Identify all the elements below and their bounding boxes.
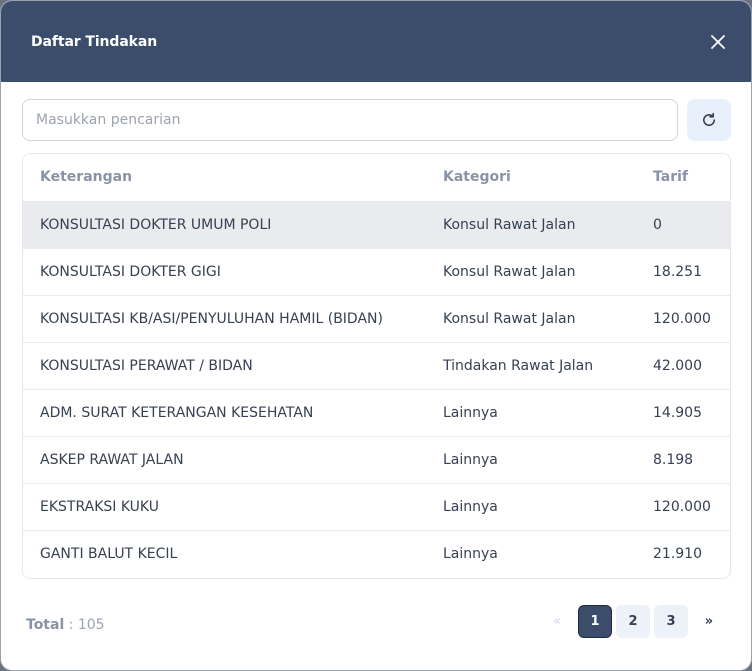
total-label: Total (26, 617, 65, 633)
tindakan-table: Keterangan Kategori Tarif KONSULTASI DOK… (22, 153, 731, 579)
cell-keterangan: KONSULTASI PERAWAT / BIDAN (23, 342, 426, 390)
modal-title: Daftar Tindakan (31, 33, 158, 50)
table-row[interactable]: GANTI BALUT KECIL Lainnya 21.910 (23, 530, 730, 577)
cell-keterangan: ASKEP RAWAT JALAN (23, 436, 426, 484)
cell-tarif: 8.198 (636, 436, 730, 484)
cell-tarif: 0 (636, 201, 730, 249)
pagination: « 1 2 3 » (540, 605, 726, 638)
cell-kategori: Lainnya (426, 483, 636, 531)
cell-kategori: Lainnya (443, 545, 498, 562)
cell-kategori: Konsul Rawat Jalan (426, 295, 636, 343)
table-header-row: Keterangan Kategori Tarif (23, 154, 730, 202)
cell-kategori: Tindakan Rawat Jalan (426, 342, 636, 390)
modal-footer: Total : 105 « 1 2 3 » (26, 605, 726, 645)
modal-header: Daftar Tindakan (1, 1, 751, 82)
search-input[interactable] (22, 99, 678, 141)
cell-keterangan: KONSULTASI DOKTER GIGI (23, 248, 426, 296)
table-row[interactable]: KONSULTASI KB/ASI/PENYULUHAN HAMIL (BIDA… (23, 295, 730, 343)
cell-kategori: Konsul Rawat Jalan (426, 201, 636, 249)
refresh-icon (703, 112, 716, 127)
cell-keterangan: KONSULTASI DOKTER UMUM POLI (23, 201, 426, 249)
cell-kategori: Konsul Rawat Jalan (426, 248, 636, 296)
cell-keterangan: KONSULTASI KB/ASI/PENYULUHAN HAMIL (BIDA… (23, 295, 426, 343)
pagination-prev-button[interactable]: « (540, 605, 574, 638)
table-row[interactable]: ADM. SURAT KETERANGAN KESEHATAN Lainnya … (23, 389, 730, 437)
cell-kategori: Lainnya (426, 389, 636, 437)
total-value: : 105 (68, 617, 105, 633)
pagination-page-2[interactable]: 2 (616, 605, 650, 638)
pagination-next-button[interactable]: » (692, 605, 726, 638)
column-header-keterangan: Keterangan (23, 154, 426, 202)
column-header-tarif: Tarif (636, 154, 730, 202)
close-button[interactable] (707, 31, 729, 53)
cell-kategori: Lainnya (426, 436, 636, 484)
cell-tarif: 120.000 (636, 483, 730, 531)
close-icon (711, 34, 725, 49)
table-row[interactable]: KONSULTASI DOKTER UMUM POLI Konsul Rawat… (23, 201, 730, 249)
table-row[interactable]: KONSULTASI DOKTER GIGI Konsul Rawat Jala… (23, 248, 730, 296)
cell-tarif: 120.000 (636, 295, 730, 343)
cell-keterangan: GANTI BALUT KECIL (40, 545, 178, 562)
pagination-page-3[interactable]: 3 (654, 605, 688, 638)
cell-tarif: 18.251 (636, 248, 730, 296)
pagination-page-1[interactable]: 1 (578, 605, 612, 638)
total-count: Total : 105 (26, 617, 105, 633)
search-row (22, 99, 731, 141)
cell-tarif: 42.000 (636, 342, 730, 390)
cell-tarif: 14.905 (636, 389, 730, 437)
table-row[interactable]: ASKEP RAWAT JALAN Lainnya 8.198 (23, 436, 730, 484)
column-header-kategori: Kategori (426, 154, 636, 202)
table-row[interactable]: KONSULTASI PERAWAT / BIDAN Tindakan Rawa… (23, 342, 730, 390)
cell-keterangan: ADM. SURAT KETERANGAN KESEHATAN (23, 389, 426, 437)
modal-dialog: Daftar Tindakan Keterangan Kategori Tari… (0, 0, 752, 671)
cell-tarif: 21.910 (653, 545, 702, 562)
refresh-button[interactable] (687, 99, 731, 141)
cell-keterangan: EKSTRAKSI KUKU (23, 483, 426, 531)
table-row[interactable]: EKSTRAKSI KUKU Lainnya 120.000 (23, 483, 730, 531)
